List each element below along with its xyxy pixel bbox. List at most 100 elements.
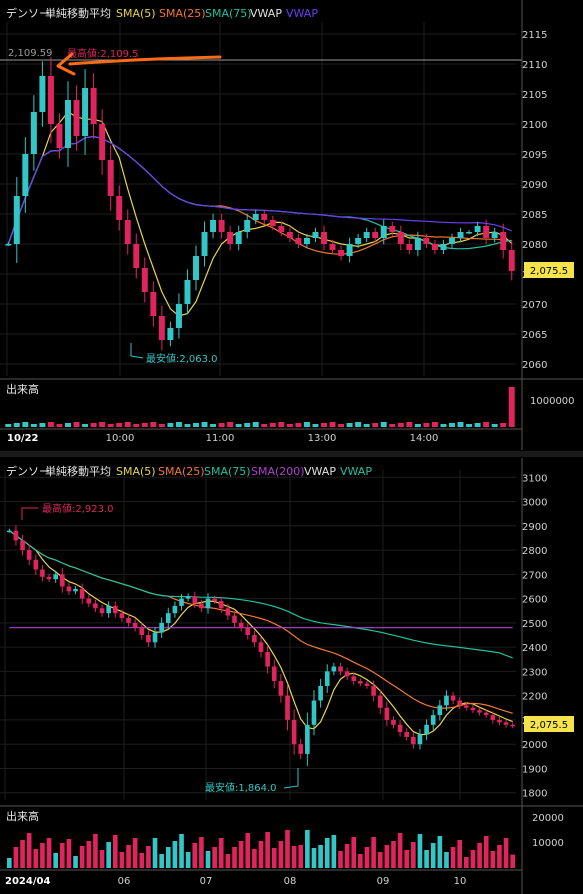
- volume-bar: [303, 422, 310, 427]
- volume-bar: [132, 838, 138, 868]
- volume-bar: [380, 422, 387, 427]
- volume-bar: [199, 837, 204, 868]
- volume-bar: [116, 423, 123, 427]
- candle-body: [371, 685, 376, 696]
- volume-bar: [344, 844, 350, 868]
- price-tick-label: 3100: [522, 473, 547, 484]
- price-tick-label: 2500: [522, 619, 547, 630]
- candle-body: [152, 632, 158, 643]
- volume-bar: [93, 834, 98, 868]
- sma5-line: [8, 530, 513, 736]
- candle-body: [30, 112, 37, 154]
- bottom-legend-sma75[interactable]: SMA(75): [204, 465, 251, 478]
- volume-bar: [490, 851, 496, 868]
- price-tick-label: 2085: [522, 210, 547, 221]
- bottom-legend-sma25[interactable]: SMA(25): [158, 465, 205, 478]
- top-legend-vwap-2[interactable]: VWAP: [286, 7, 318, 20]
- time-tick-label: 10: [454, 876, 467, 887]
- price-tick-label: 2115: [522, 30, 547, 41]
- volume-bar: [5, 424, 12, 427]
- volume-bar: [377, 852, 383, 868]
- chart-canvas: デンソー 単純移動平均 SMA(5) SMA(25) SMA(75) VWAP …: [0, 0, 583, 894]
- volume-bar: [139, 853, 145, 868]
- volume-bar: [56, 424, 63, 427]
- candle-body: [278, 226, 285, 232]
- bottom-price-axis: 1800190020002100220023002400250026002700…: [522, 473, 547, 799]
- candle-body: [158, 316, 165, 340]
- volume-bar: [13, 423, 20, 427]
- volume-bar: [33, 849, 39, 868]
- intraday-chart: デンソー 単純移動平均 SMA(5) SMA(25) SMA(75) VWAP …: [0, 0, 583, 450]
- candle-body: [295, 238, 302, 244]
- volume-bar: [26, 833, 32, 868]
- candle-body: [437, 705, 443, 716]
- candle-body: [411, 736, 416, 745]
- volume-bar: [172, 841, 178, 868]
- volume-bar: [417, 834, 423, 868]
- candle-body: [457, 232, 464, 238]
- candle-body: [285, 695, 290, 720]
- volume-bar: [152, 838, 158, 868]
- candle-body: [490, 715, 496, 720]
- candle-body: [212, 598, 217, 602]
- volume-bar: [278, 841, 284, 868]
- candle-body: [159, 622, 164, 633]
- volume-bar: [265, 832, 270, 868]
- volume-bar: [430, 843, 436, 868]
- candle-body: [389, 226, 396, 232]
- volume-bar: [497, 845, 502, 868]
- volume-bar: [218, 423, 225, 427]
- candle-body: [440, 244, 447, 250]
- volume-bar: [295, 423, 302, 427]
- top-legend-sma25[interactable]: SMA(25): [159, 7, 206, 20]
- time-tick-label: 10/22: [7, 433, 39, 444]
- volume-bar: [371, 837, 376, 868]
- time-tick-label: 14:00: [410, 433, 439, 444]
- volume-bar: [119, 852, 125, 868]
- candle-body: [404, 732, 410, 737]
- candle-body: [358, 681, 363, 684]
- volume-bar: [483, 836, 489, 868]
- top-legend-sma5[interactable]: SMA(5): [116, 7, 156, 20]
- top-legend-vwap[interactable]: VWAP: [250, 7, 282, 20]
- volume-bar: [39, 423, 46, 427]
- time-tick-label: 13:00: [308, 433, 337, 444]
- volume-bar: [364, 847, 370, 868]
- bottom-high-pointer: [21, 507, 38, 520]
- volume-bar: [13, 847, 19, 868]
- candle-body: [380, 226, 387, 238]
- volume-bar: [193, 423, 199, 427]
- volume-bar: [338, 424, 345, 427]
- candle-body: [503, 722, 509, 725]
- bottom-legend-sma200[interactable]: SMA(200): [251, 465, 305, 478]
- volume-bar: [355, 422, 362, 427]
- bottom-legend-vwap-2[interactable]: VWAP: [340, 465, 372, 478]
- bottom-legend-vwap[interactable]: VWAP: [304, 465, 336, 478]
- top-volume-tick: 1000000: [530, 396, 575, 407]
- volume-bar: [324, 838, 330, 868]
- bottom-legend-sma5[interactable]: SMA(5): [116, 465, 156, 478]
- candle-body: [73, 100, 80, 136]
- volume-bar: [331, 835, 337, 868]
- candle-body: [391, 719, 396, 725]
- candle-body: [372, 232, 379, 238]
- bottom-volume-tick-20000: 20000: [532, 813, 564, 824]
- candle-body: [59, 574, 65, 587]
- candle-body: [106, 605, 111, 614]
- volume-bar: [107, 424, 114, 427]
- bottom-last-price-text: 2,075.5: [530, 720, 568, 731]
- bottom-time-axis: 2024/04 06 07 08 09 10: [5, 876, 466, 887]
- candle-body: [175, 304, 182, 328]
- volume-bar: [126, 845, 131, 868]
- top-legend-sma75[interactable]: SMA(75): [205, 7, 252, 20]
- time-tick-label: 08: [284, 876, 297, 887]
- candle-body: [318, 685, 323, 701]
- candle-body: [414, 238, 421, 250]
- volume-bar: [261, 424, 268, 427]
- volume-bar: [218, 838, 224, 868]
- volume-bar: [40, 843, 45, 868]
- candle-body: [406, 244, 413, 250]
- price-tick-label: 2000: [522, 740, 547, 751]
- volume-bar: [437, 836, 443, 868]
- daily-grid: [0, 470, 516, 800]
